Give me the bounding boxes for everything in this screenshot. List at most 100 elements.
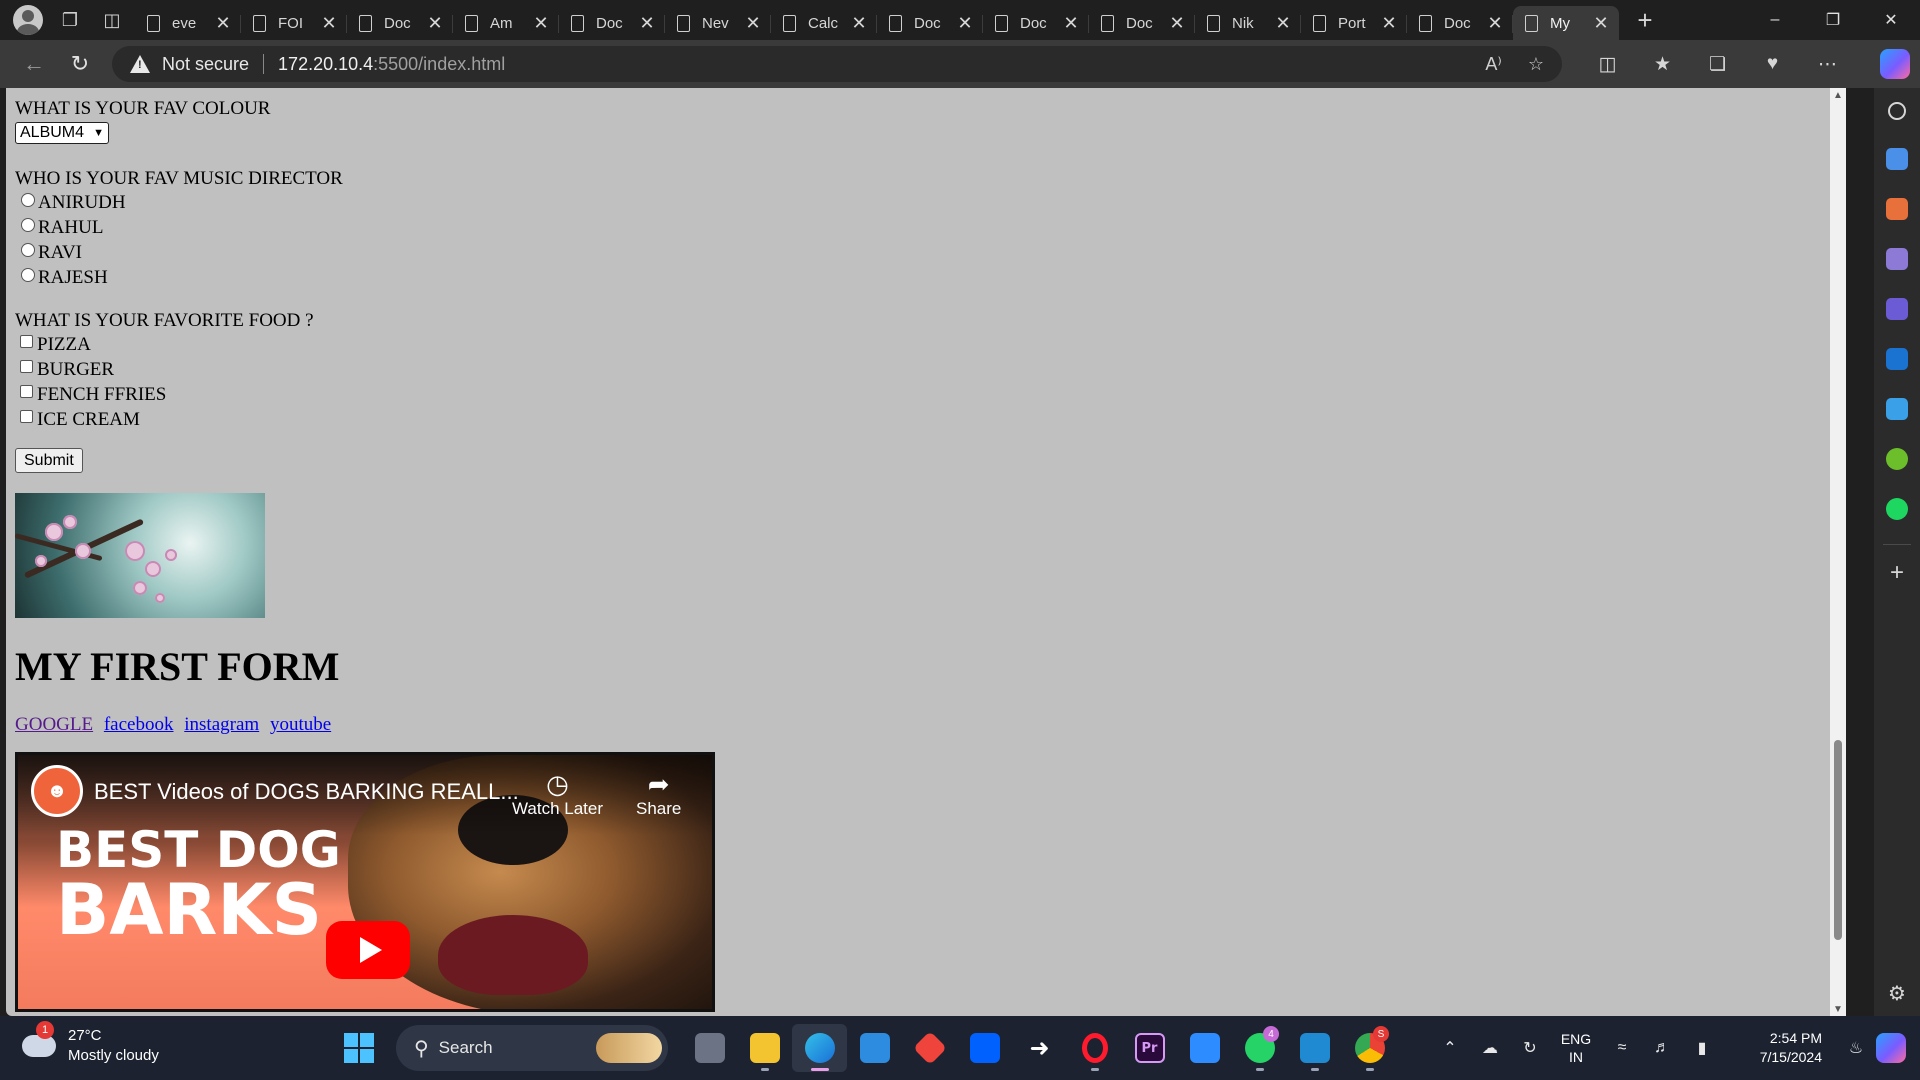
google-link[interactable]: GOOGLE [15, 714, 93, 735]
browser-tab[interactable]: Nev ✕ [665, 6, 771, 40]
close-window-button[interactable]: ✕ [1862, 0, 1920, 40]
favorites-icon[interactable]: ★ [1635, 44, 1690, 84]
add-icon[interactable]: + [1890, 559, 1904, 587]
collections-icon[interactable]: ❏ [1690, 44, 1745, 84]
close-tab-icon[interactable]: ✕ [957, 13, 973, 34]
clock[interactable]: 2:54 PM 7/15/2024 [1722, 1029, 1822, 1067]
copilot-taskbar-icon[interactable] [1876, 1033, 1906, 1063]
food-checkbox[interactable] [20, 410, 33, 423]
close-tab-icon[interactable]: ✕ [1593, 13, 1609, 34]
youtube-play-button[interactable] [326, 921, 410, 979]
close-tab-icon[interactable]: ✕ [745, 13, 761, 34]
file-explorer-icon[interactable] [737, 1024, 792, 1072]
close-tab-icon[interactable]: ✕ [1275, 13, 1291, 34]
search-icon[interactable] [1888, 102, 1906, 120]
food-checkbox[interactable] [20, 360, 33, 373]
edge-icon[interactable] [792, 1024, 847, 1072]
channel-avatar-icon[interactable]: ☻ [31, 765, 83, 817]
workspaces-icon[interactable]: ❐ [55, 5, 85, 35]
close-tab-icon[interactable]: ✕ [215, 13, 231, 34]
browser-tab[interactable]: My ✕ [1513, 6, 1619, 40]
close-tab-icon[interactable]: ✕ [1169, 13, 1185, 34]
close-tab-icon[interactable]: ✕ [533, 13, 549, 34]
director-radio[interactable] [21, 267, 35, 282]
whatsapp-icon[interactable]: 4 [1232, 1024, 1287, 1072]
more-options-icon[interactable]: ⋯ [1800, 44, 1855, 84]
premiere-pro-icon[interactable]: Pr [1122, 1024, 1177, 1072]
close-tab-icon[interactable]: ✕ [1487, 13, 1503, 34]
browser-tab[interactable]: eve ✕ [135, 6, 241, 40]
browser-tab[interactable]: Doc ✕ [983, 6, 1089, 40]
browser-tab[interactable]: Doc ✕ [1089, 6, 1195, 40]
security-label[interactable]: Not secure [162, 54, 249, 75]
submit-button[interactable]: Submit [15, 448, 83, 473]
close-tab-icon[interactable]: ✕ [1063, 13, 1079, 34]
director-radio[interactable] [21, 242, 35, 257]
sync-icon[interactable]: ↻ [1510, 1038, 1550, 1058]
send-icon[interactable] [1886, 398, 1908, 420]
browser-essentials-icon[interactable]: ♥ [1745, 44, 1800, 84]
read-aloud-icon[interactable]: A⁾ [1485, 54, 1501, 75]
food-checkbox[interactable] [20, 385, 33, 398]
browser-tab[interactable]: Doc ✕ [877, 6, 983, 40]
close-tab-icon[interactable]: ✕ [851, 13, 867, 34]
facebook-link[interactable]: facebook [104, 714, 174, 735]
restore-button[interactable]: ❐ [1804, 0, 1862, 40]
new-tab-button[interactable]: + [1625, 5, 1665, 36]
onedrive-offline-icon[interactable]: ☁ [1470, 1038, 1510, 1058]
windows-start-icon[interactable] [344, 1033, 374, 1063]
page-scrollbar[interactable]: ▲ ▼ [1830, 88, 1846, 1016]
spotify-icon[interactable] [1886, 498, 1908, 520]
tree-icon[interactable] [1886, 448, 1908, 470]
chrome-icon[interactable]: S [1342, 1024, 1397, 1072]
close-tab-icon[interactable]: ✕ [639, 13, 655, 34]
anydesk-icon[interactable] [902, 1024, 957, 1072]
scroll-down-arrow-icon[interactable]: ▼ [1833, 1004, 1843, 1015]
volume-icon[interactable]: ♬ [1642, 1039, 1682, 1057]
scroll-up-arrow-icon[interactable]: ▲ [1833, 90, 1843, 101]
mail-icon[interactable] [847, 1024, 902, 1072]
dropbox-icon[interactable] [957, 1024, 1012, 1072]
notification-bell-icon[interactable]: ♨ [1836, 1038, 1876, 1058]
favorite-star-icon[interactable]: ☆ [1528, 54, 1544, 75]
outlook-icon[interactable] [1886, 348, 1908, 370]
zoom-icon[interactable] [1177, 1024, 1232, 1072]
browser-tab[interactable]: Nik ✕ [1195, 6, 1301, 40]
minimize-button[interactable]: – [1746, 0, 1804, 40]
chevron-up-icon[interactable]: ⌃ [1430, 1038, 1470, 1058]
weather-widget[interactable]: 1 27°C Mostly cloudy [22, 1021, 159, 1066]
director-radio[interactable] [21, 217, 35, 232]
browser-tab[interactable]: Doc ✕ [1407, 6, 1513, 40]
settings-gear-icon[interactable]: ⚙ [1888, 981, 1906, 1006]
video-title[interactable]: BEST Videos of DOGS BARKING REALL... [94, 779, 519, 805]
food-checkbox[interactable] [20, 335, 33, 348]
close-tab-icon[interactable]: ✕ [427, 13, 443, 34]
colour-select[interactable]: ALBUM4 ▼ [15, 122, 109, 144]
close-tab-icon[interactable]: ✕ [321, 13, 337, 34]
close-tab-icon[interactable]: ✕ [1381, 13, 1397, 34]
address-bar[interactable]: ! Not secure 172.20.10.4:5500/index.html… [112, 46, 1562, 82]
browser-tab[interactable]: Calc ✕ [771, 6, 877, 40]
shopping-tag-icon[interactable] [1886, 148, 1908, 170]
browser-tab[interactable]: FOI ✕ [241, 6, 347, 40]
profile-avatar[interactable] [13, 5, 43, 35]
watch-later-button[interactable]: ◷ Watch Later [512, 769, 603, 819]
task-view-icon[interactable] [682, 1024, 737, 1072]
browser-tab[interactable]: Port ✕ [1301, 6, 1407, 40]
share-button[interactable]: ➦ Share [636, 769, 681, 819]
youtube-embed[interactable]: ☻ BEST Videos of DOGS BARKING REALL... ◷… [15, 752, 715, 1012]
back-button[interactable]: ← [14, 44, 54, 84]
reload-button[interactable]: ↻ [60, 44, 100, 84]
microsoft-365-icon[interactable] [1886, 298, 1908, 320]
copilot-icon[interactable] [1880, 49, 1910, 79]
scrollbar-thumb[interactable] [1834, 740, 1842, 940]
lightning-app-icon[interactable]: ➜ [1012, 1024, 1067, 1072]
battery-icon[interactable]: ▮ [1682, 1038, 1722, 1058]
youtube-link[interactable]: youtube [270, 714, 331, 735]
instagram-link[interactable]: instagram [184, 714, 259, 735]
games-icon[interactable] [1886, 248, 1908, 270]
browser-tab[interactable]: Doc ✕ [347, 6, 453, 40]
vertical-tabs-icon[interactable]: ◫ [97, 5, 127, 35]
wifi-icon[interactable]: ≈ [1602, 1039, 1642, 1057]
tools-icon[interactable] [1886, 198, 1908, 220]
